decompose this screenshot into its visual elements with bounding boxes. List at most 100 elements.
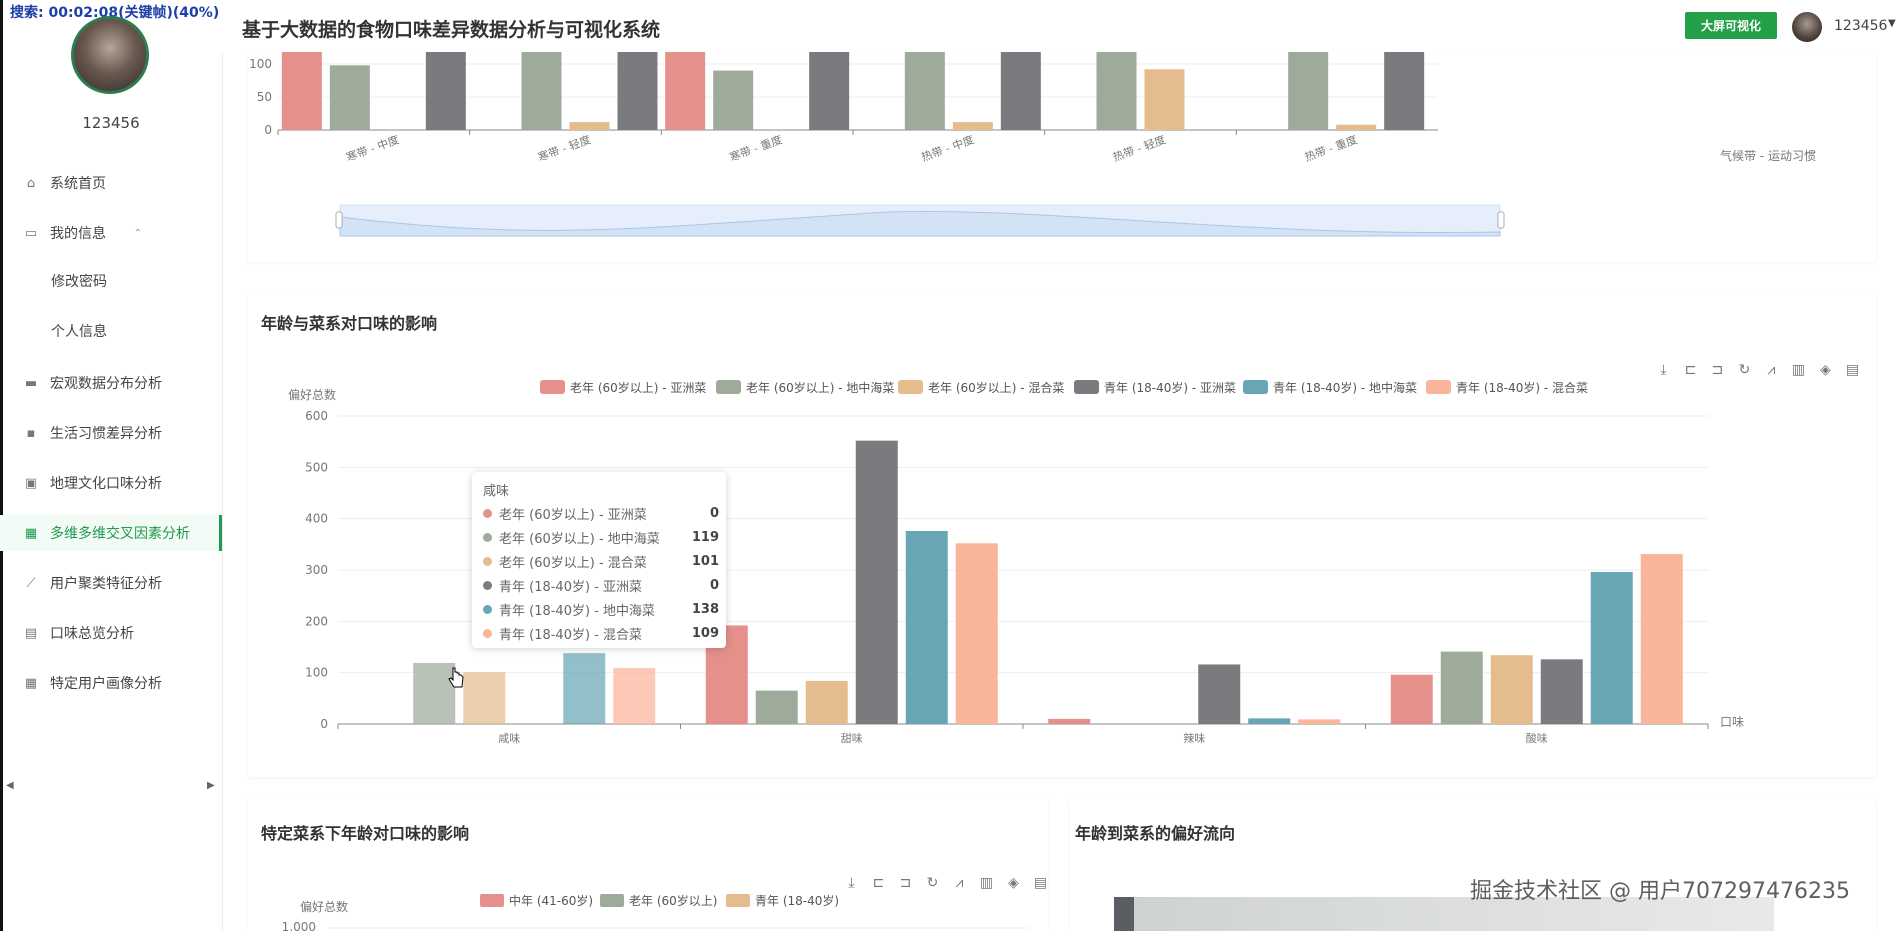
sidebar-item-habit-analysis[interactable]: ▪ 生活习惯差异分析 (0, 415, 222, 451)
x-tick-label: 热带 - 中度 (919, 132, 975, 164)
bar[interactable] (1440, 651, 1483, 724)
x-axis-name: 口味 (1720, 715, 1744, 729)
tooltip-series-name: 老年 (60岁以上) - 地中海菜 (499, 531, 660, 547)
bar[interactable] (617, 52, 658, 130)
cuisine-age-chart: 中年 (41-60岁) 老年 (60岁以上) 青年 (18-40岁) 偏好总数 … (282, 893, 1028, 931)
legend-item[interactable]: 青年 (18-40岁) - 亚洲菜 (1074, 380, 1236, 395)
bar[interactable] (713, 70, 754, 130)
legend-item[interactable]: 青年 (18-40岁) - 地中海菜 (1243, 380, 1417, 395)
legend-item[interactable]: 老年 (60岁以上) - 亚洲菜 (540, 380, 706, 395)
bar[interactable] (1590, 572, 1633, 724)
bar[interactable] (1048, 718, 1091, 724)
legend-item[interactable]: 老年 (60岁以上) - 混合菜 (898, 380, 1064, 395)
top-x-axis-label: 气候带 - 运动习惯 (1720, 148, 1816, 163)
caret-down-icon[interactable]: ▼ (1888, 18, 1896, 29)
chart-tooltip: 咸味 老年 (60岁以上) - 亚洲菜 0 老年 (60岁以上) - 地中海菜 119… (472, 472, 726, 648)
bar[interactable] (855, 440, 898, 724)
header-username[interactable]: 123456 (1834, 18, 1887, 34)
sidebar: 搜索: 00:02:08(关键帧)(40%) 123456 ⌂ 系统首页 ▭ 我… (0, 0, 223, 931)
tooltip-row: 老年 (60岁以上) - 亚洲菜 0 (483, 502, 719, 524)
bar[interactable] (463, 672, 506, 724)
top-chart: 0 50 100 寒带 - 中度 寒带 - 轻度 寒带 - 重度 热带 - 中度 热带 - … (249, 52, 1816, 237)
sidebar-item-taste-overview[interactable]: ▤ 口味总览分析 (0, 615, 222, 651)
sidebar-item-my-info[interactable]: ▭ 我的信息 ⌃ (0, 215, 222, 251)
legend-label: 青年 (18-40岁) (755, 893, 839, 908)
active-indicator (219, 515, 222, 551)
bar[interactable] (613, 668, 656, 724)
bar[interactable] (563, 653, 606, 724)
sidebar-item-geo-culture[interactable]: ▣ 地理文化口味分析 (0, 465, 222, 501)
bar[interactable] (1384, 52, 1425, 131)
tooltip-series-name: 青年 (18-40岁) - 地中海菜 (499, 603, 656, 619)
tooltip-row: 青年 (18-40岁) - 亚洲菜 0 (483, 574, 719, 596)
avatar[interactable] (71, 16, 149, 94)
sidebar-item-label: 用户聚类特征分析 (50, 576, 162, 592)
watermark: 掘金技术社区 @ 用户707297476235 (1470, 879, 1850, 904)
bar[interactable] (1144, 69, 1185, 130)
bar[interactable] (805, 680, 848, 724)
legend-item[interactable]: 中年 (41-60岁) (480, 893, 593, 908)
header: 基于大数据的食物口味差异数据分析与可视化系统 大屏可视化 123456 ▼ (222, 0, 1899, 52)
bar[interactable] (1288, 52, 1329, 130)
series-dot-icon (483, 532, 492, 542)
datazoom-right-handle[interactable] (1497, 211, 1505, 229)
bar[interactable] (425, 52, 466, 130)
bar[interactable] (281, 52, 322, 130)
sidebar-item-cluster[interactable]: ⟋ 用户聚类特征分析 (0, 565, 222, 601)
chat-icon: ▪ (26, 425, 36, 441)
sidebar-item-personal-info[interactable]: 个人信息 (0, 313, 222, 349)
bar[interactable] (1298, 719, 1341, 724)
sidebar-item-home[interactable]: ⌂ 系统首页 (0, 165, 222, 201)
sidebar-item-user-portrait[interactable]: ▦ 特定用户画像分析 (0, 665, 222, 701)
sidebar-item-cross-factor[interactable]: ▦ 多维多维交叉因素分析 (0, 515, 222, 551)
x-tick-label: 寒带 - 轻度 (536, 132, 592, 164)
legend-item[interactable]: 青年 (18-40岁) - 混合菜 (1426, 380, 1588, 395)
y-tick-label: 200 (305, 614, 328, 628)
sidebar-item-macro-analysis[interactable]: ▬ 宏观数据分布分析 (0, 365, 222, 401)
bar[interactable] (1096, 52, 1137, 130)
bar[interactable] (665, 52, 706, 130)
legend-item[interactable]: 老年 (60岁以上) - 地中海菜 (716, 380, 894, 395)
bar[interactable] (1390, 674, 1433, 724)
scroll-left-icon[interactable]: ◀ (6, 780, 14, 791)
bar[interactable] (955, 543, 998, 724)
top-chart-panel: 0 50 100 寒带 - 中度 寒带 - 轻度 寒带 - 重度 热带 - 中度 热带 - … (248, 52, 1876, 262)
sidebar-item-change-password[interactable]: 修改密码 (0, 263, 222, 299)
bar[interactable] (755, 690, 798, 724)
bar[interactable] (952, 122, 993, 130)
bar[interactable] (1540, 659, 1583, 724)
bar[interactable] (1248, 718, 1291, 724)
bigscreen-button[interactable]: 大屏可视化 (1685, 12, 1777, 39)
x-tick-label: 咸味 (498, 732, 520, 745)
bar[interactable] (905, 530, 948, 724)
bar[interactable] (1000, 52, 1041, 130)
bar[interactable] (809, 52, 850, 130)
tooltip-row: 青年 (18-40岁) - 混合菜 109 (483, 622, 719, 644)
bar[interactable] (521, 52, 562, 130)
sidebar-item-label: 我的信息 (50, 226, 106, 242)
bar[interactable] (904, 52, 945, 130)
bar[interactable] (1640, 554, 1683, 724)
legend-label: 中年 (41-60岁) (509, 893, 593, 908)
legend-item[interactable]: 老年 (60岁以上) (600, 893, 717, 908)
tooltip-row: 老年 (60岁以上) - 地中海菜 119 (483, 526, 719, 548)
bar[interactable] (1198, 664, 1241, 724)
header-avatar[interactable] (1792, 12, 1822, 42)
legend-item[interactable]: 青年 (18-40岁) (726, 893, 839, 908)
home-icon: ⌂ (26, 175, 36, 191)
datazoom-slider[interactable] (339, 204, 1501, 237)
sidebar-item-label: 系统首页 (50, 176, 106, 192)
tooltip-series-name: 青年 (18-40岁) - 亚洲菜 (499, 579, 643, 595)
cuisine-age-panel: 特定菜系下年龄对口味的影响 ⤓ ⊏ ⊐ ↻ ⩘ ▥ ◈ ▤ 中年 (41-60岁… (248, 800, 1048, 931)
tooltip-series-name: 老年 (60岁以上) - 混合菜 (499, 555, 647, 571)
bar[interactable] (569, 122, 610, 130)
bar[interactable] (1336, 124, 1377, 130)
sidebar-item-label: 宏观数据分布分析 (50, 376, 162, 392)
scroll-right-icon[interactable]: ▶ (207, 780, 215, 791)
tooltip-series-name: 老年 (60岁以上) - 亚洲菜 (499, 507, 647, 523)
bar[interactable] (1490, 655, 1533, 724)
bar[interactable] (329, 65, 370, 130)
datazoom-left-handle[interactable] (335, 211, 343, 229)
y-tick-label: 600 (305, 409, 328, 423)
sankey-node[interactable] (1114, 897, 1134, 931)
